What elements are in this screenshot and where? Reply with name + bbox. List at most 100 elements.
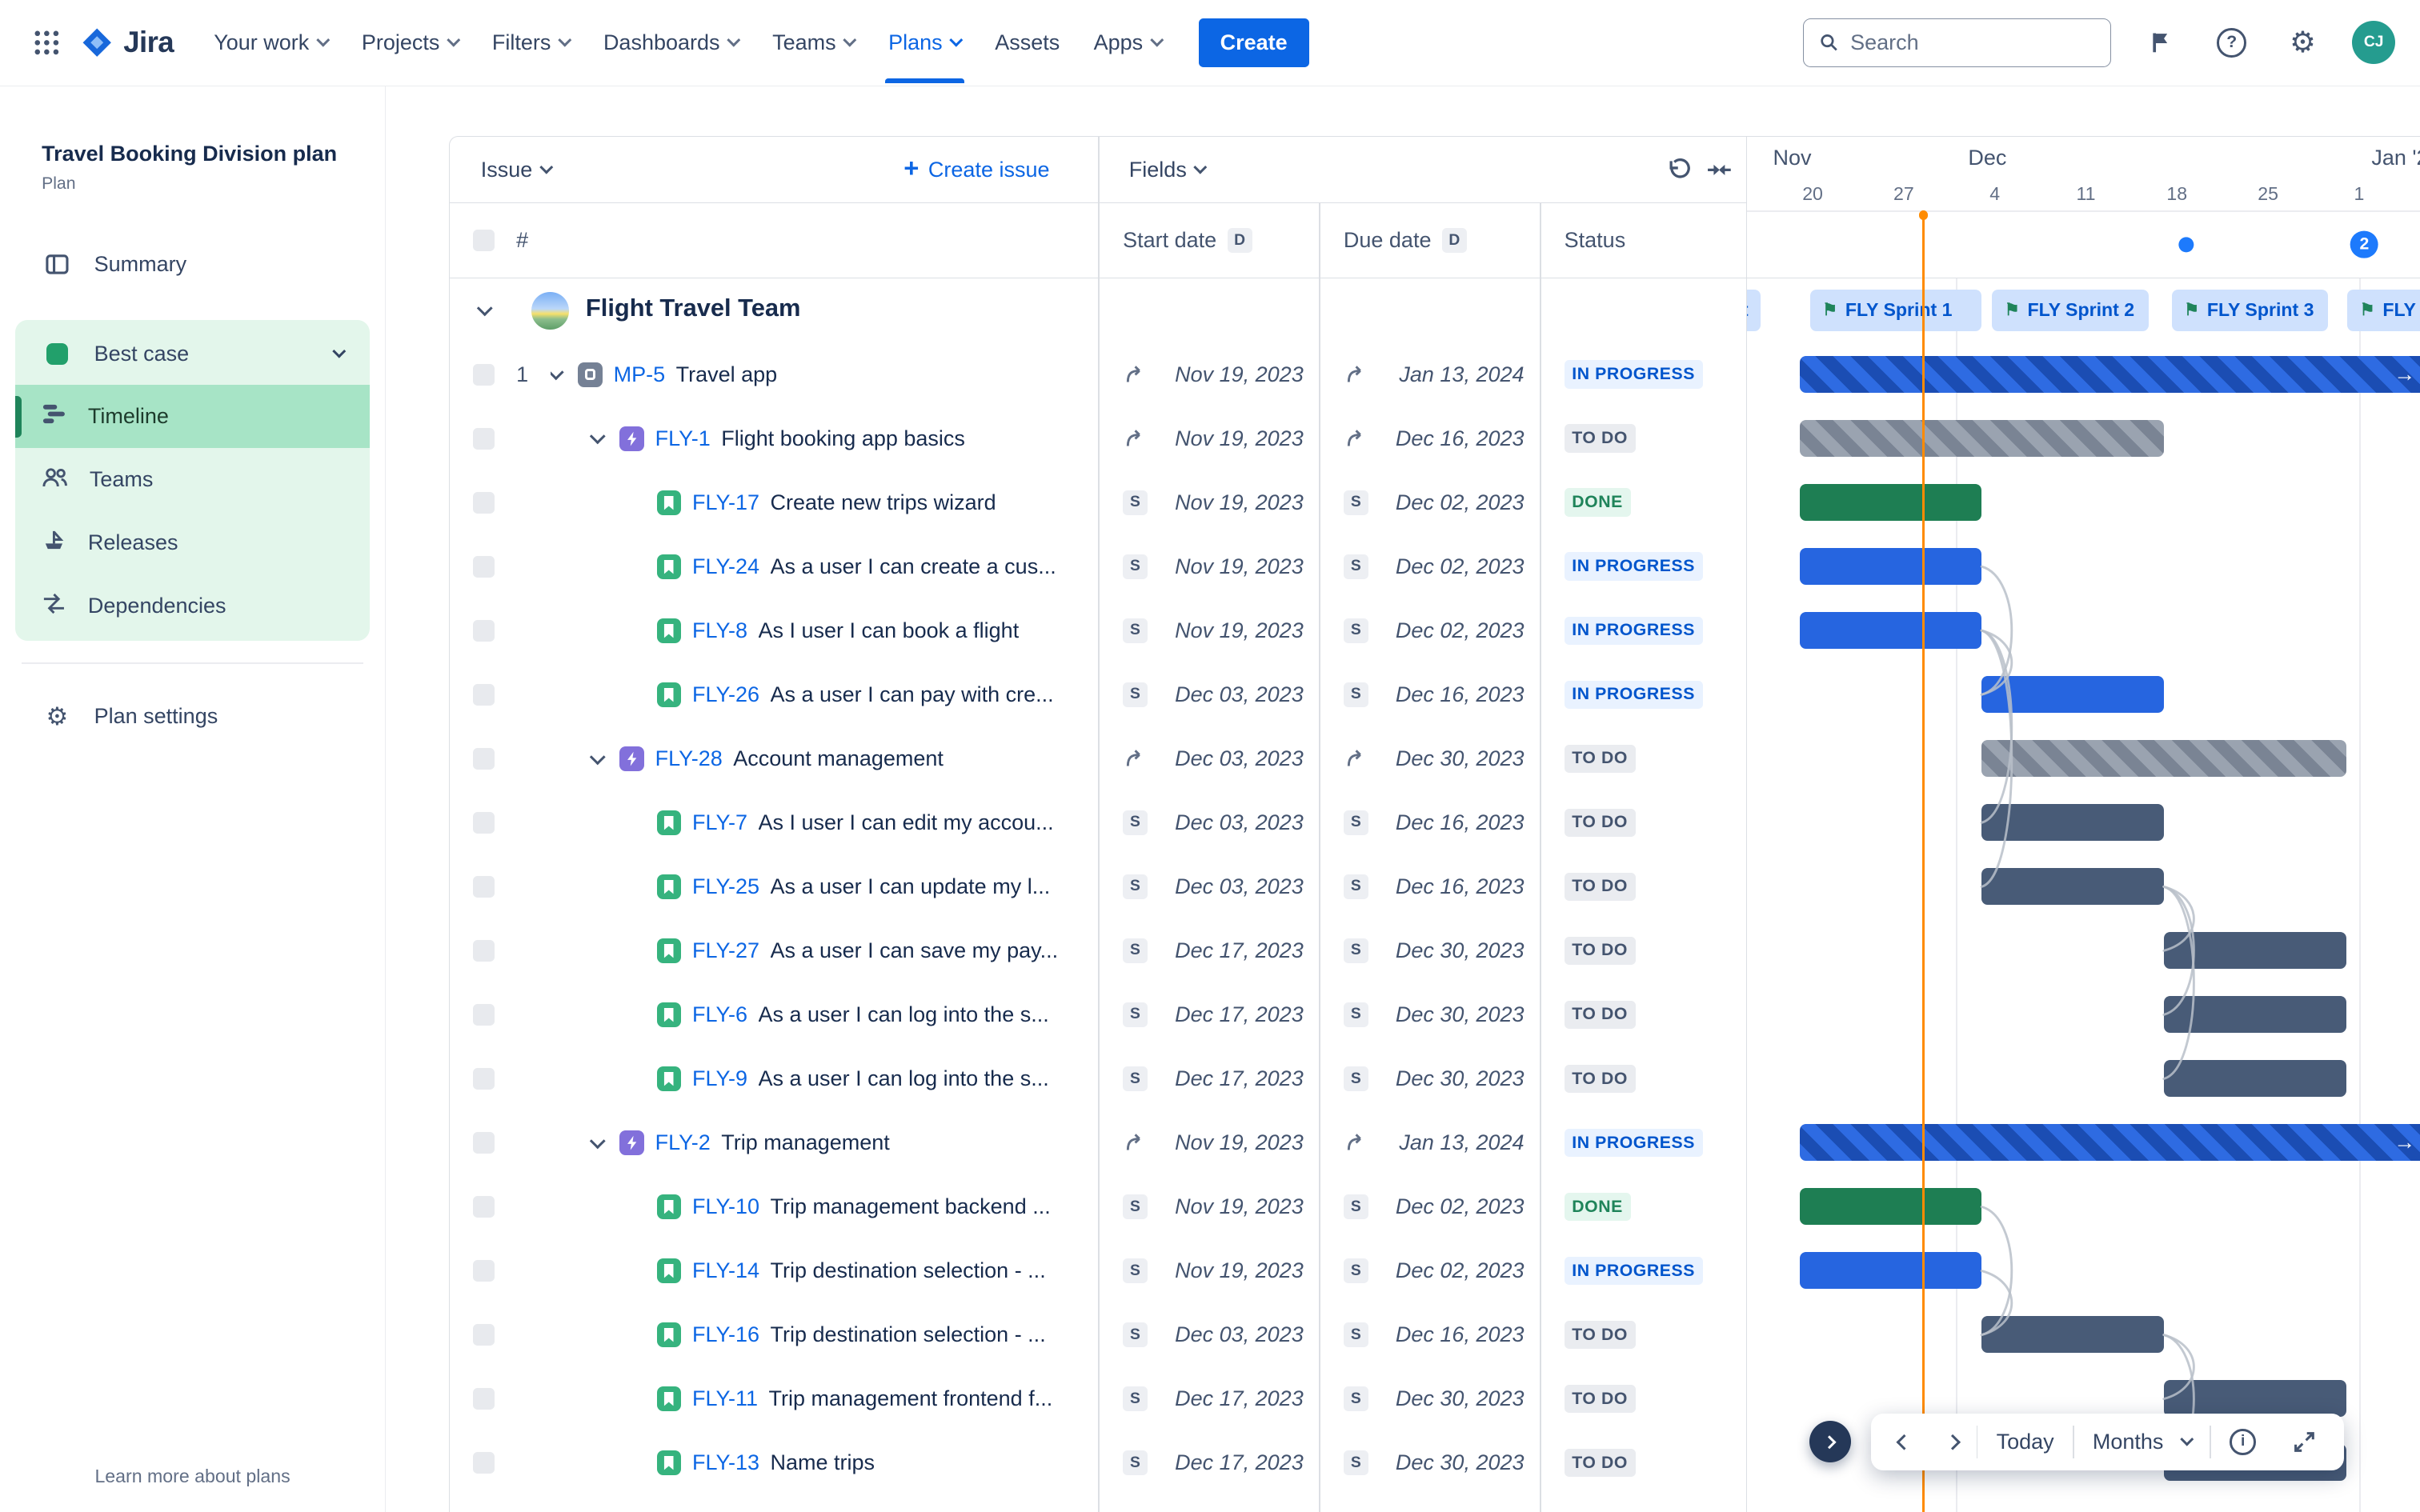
- issue-key[interactable]: FLY-2: [655, 1130, 711, 1155]
- issue-key[interactable]: FLY-16: [692, 1322, 759, 1347]
- create-button[interactable]: Create: [1198, 18, 1309, 68]
- gantt-bar-fly-14[interactable]: [1799, 1252, 1982, 1290]
- issue-type-dropdown[interactable]: Issue: [481, 137, 553, 203]
- fullscreen-button[interactable]: [2274, 1418, 2334, 1466]
- issue-key[interactable]: FLY-27: [692, 938, 759, 963]
- sprint-pill[interactable]: ⚑ FLY S: [2347, 289, 2420, 331]
- status-cell[interactable]: TO DO: [1540, 918, 1746, 982]
- start-date-cell[interactable]: Nov 19, 2023: [1098, 342, 1319, 406]
- due-date-cell[interactable]: S Dec 16, 2023: [1319, 662, 1540, 726]
- issue-key[interactable]: FLY-28: [655, 746, 723, 771]
- start-date-cell[interactable]: S Dec 17, 2023: [1098, 982, 1319, 1046]
- learn-more-link[interactable]: Learn more about plans: [0, 1466, 385, 1487]
- due-date-cell[interactable]: S Dec 30, 2023: [1319, 918, 1540, 982]
- gantt-bar-fly-17[interactable]: [1799, 483, 1982, 521]
- issue-key[interactable]: FLY-9: [692, 1066, 747, 1091]
- app-switcher-icon[interactable]: [22, 18, 71, 68]
- gantt-bar-fly-11[interactable]: [2164, 1380, 2346, 1418]
- issue-key[interactable]: FLY-1: [655, 426, 711, 451]
- status-cell[interactable]: TO DO: [1540, 982, 1746, 1046]
- issue-key[interactable]: MP-5: [614, 362, 666, 387]
- due-date-cell[interactable]: Dec 16, 2023: [1319, 406, 1540, 470]
- row-checkbox[interactable]: [473, 1324, 495, 1346]
- due-date-cell[interactable]: S Dec 30, 2023: [1319, 982, 1540, 1046]
- start-date-cell[interactable]: S Dec 17, 2023: [1098, 1047, 1319, 1111]
- today-button[interactable]: Today: [1977, 1417, 2072, 1466]
- gantt-bar-fly-16[interactable]: [1981, 1316, 2165, 1354]
- team-name[interactable]: Flight Travel Team: [586, 294, 801, 322]
- start-date-cell[interactable]: S Dec 17, 2023: [1098, 1431, 1319, 1495]
- range-dropdown[interactable]: Months: [2074, 1417, 2210, 1466]
- row-checkbox[interactable]: [473, 1452, 495, 1474]
- due-date-cell[interactable]: S Dec 30, 2023: [1319, 1367, 1540, 1431]
- start-date-cell[interactable]: S Dec 03, 2023: [1098, 662, 1319, 726]
- start-date-cell[interactable]: S Nov 19, 2023: [1098, 598, 1319, 662]
- help-button[interactable]: ?: [2210, 21, 2254, 64]
- start-date-cell[interactable]: S Nov 19, 2023: [1098, 1175, 1319, 1239]
- nav-item-teams[interactable]: Teams: [757, 18, 870, 68]
- issue-key[interactable]: FLY-7: [692, 810, 747, 835]
- gantt-bar-fly-2[interactable]: →: [1799, 1123, 2420, 1162]
- gantt-bar-fly-24[interactable]: [1799, 547, 1982, 585]
- due-date-cell[interactable]: S Dec 30, 2023: [1319, 1047, 1540, 1111]
- issue-key[interactable]: FLY-24: [692, 554, 759, 579]
- start-date-cell[interactable]: S Nov 19, 2023: [1098, 534, 1319, 598]
- due-date-cell[interactable]: S Dec 16, 2023: [1319, 1303, 1540, 1367]
- status-cell[interactable]: DONE: [1540, 1175, 1746, 1239]
- status-cell[interactable]: TO DO: [1540, 854, 1746, 918]
- search-input[interactable]: [1850, 30, 2096, 55]
- issue-key[interactable]: FLY-6: [692, 1002, 747, 1027]
- due-date-cell[interactable]: Dec 30, 2023: [1319, 726, 1540, 790]
- row-checkbox[interactable]: [473, 427, 495, 450]
- row-checkbox[interactable]: [473, 1068, 495, 1090]
- start-date-cell[interactable]: Nov 19, 2023: [1098, 406, 1319, 470]
- start-date-cell[interactable]: Dec 03, 2023: [1098, 726, 1319, 790]
- sidebar-item-summary[interactable]: Summary: [15, 234, 370, 295]
- scroll-right-button[interactable]: [1929, 1424, 1977, 1459]
- undo-button[interactable]: [1666, 137, 1693, 203]
- due-date-cell[interactable]: Jan 13, 2024: [1319, 342, 1540, 406]
- issue-key[interactable]: FLY-25: [692, 874, 759, 899]
- status-cell[interactable]: IN PROGRESS: [1540, 342, 1746, 406]
- jira-logo[interactable]: Jira: [80, 26, 174, 59]
- jump-next-button[interactable]: [1809, 1421, 1852, 1463]
- nav-item-your-work[interactable]: Your work: [198, 18, 343, 68]
- fields-dropdown[interactable]: Fields: [1129, 137, 1208, 203]
- row-checkbox[interactable]: [473, 1196, 495, 1218]
- start-date-cell[interactable]: S Dec 17, 2023: [1098, 1367, 1319, 1431]
- row-checkbox[interactable]: [473, 1260, 495, 1282]
- scroll-left-button[interactable]: [1881, 1424, 1929, 1459]
- start-date-cell[interactable]: S Dec 03, 2023: [1098, 854, 1319, 918]
- start-date-cell[interactable]: S Dec 17, 2023: [1098, 918, 1319, 982]
- start-date-cell[interactable]: S Dec 03, 2023: [1098, 790, 1319, 854]
- due-date-cell[interactable]: S Dec 02, 2023: [1319, 598, 1540, 662]
- expand-chevron-icon[interactable]: [589, 1133, 605, 1149]
- start-date-cell[interactable]: S Nov 19, 2023: [1098, 1239, 1319, 1303]
- sprint-pill[interactable]: ⚑ FLY Sprint 3: [2171, 289, 2328, 331]
- sprint-pill[interactable]: ⚑ FLY Sprint 1: [1809, 289, 1982, 331]
- gantt-bar-fly-9[interactable]: [2164, 1059, 2346, 1098]
- notifications-button[interactable]: [2139, 21, 2182, 64]
- select-all-checkbox[interactable]: [473, 230, 495, 252]
- sidebar-item-timeline[interactable]: Timeline: [15, 385, 370, 449]
- status-cell[interactable]: TO DO: [1540, 726, 1746, 790]
- expand-chevron-icon[interactable]: [589, 428, 605, 445]
- row-checkbox[interactable]: [473, 619, 495, 642]
- status-cell[interactable]: TO DO: [1540, 790, 1746, 854]
- settings-button[interactable]: ⚙: [2281, 21, 2324, 64]
- due-date-cell[interactable]: S Dec 02, 2023: [1319, 1239, 1540, 1303]
- gantt-bar-fly-7[interactable]: [1981, 803, 2165, 842]
- nav-item-plans[interactable]: Plans: [873, 18, 976, 83]
- start-date-cell[interactable]: Nov 19, 2023: [1098, 1111, 1319, 1175]
- gantt-bar-fly-6[interactable]: [2164, 995, 2346, 1034]
- gantt-bar-fly-10[interactable]: [1799, 1188, 1982, 1226]
- due-date-cell[interactable]: S Dec 16, 2023: [1319, 854, 1540, 918]
- sidebar-item-dependencies[interactable]: Dependencies: [15, 574, 370, 638]
- row-checkbox[interactable]: [473, 1003, 495, 1026]
- status-cell[interactable]: DONE: [1540, 470, 1746, 534]
- issue-key[interactable]: FLY-13: [692, 1450, 759, 1475]
- row-checkbox[interactable]: [473, 683, 495, 706]
- status-cell[interactable]: TO DO: [1540, 1367, 1746, 1431]
- issue-key[interactable]: FLY-26: [692, 682, 759, 707]
- issue-key[interactable]: FLY-17: [692, 490, 759, 515]
